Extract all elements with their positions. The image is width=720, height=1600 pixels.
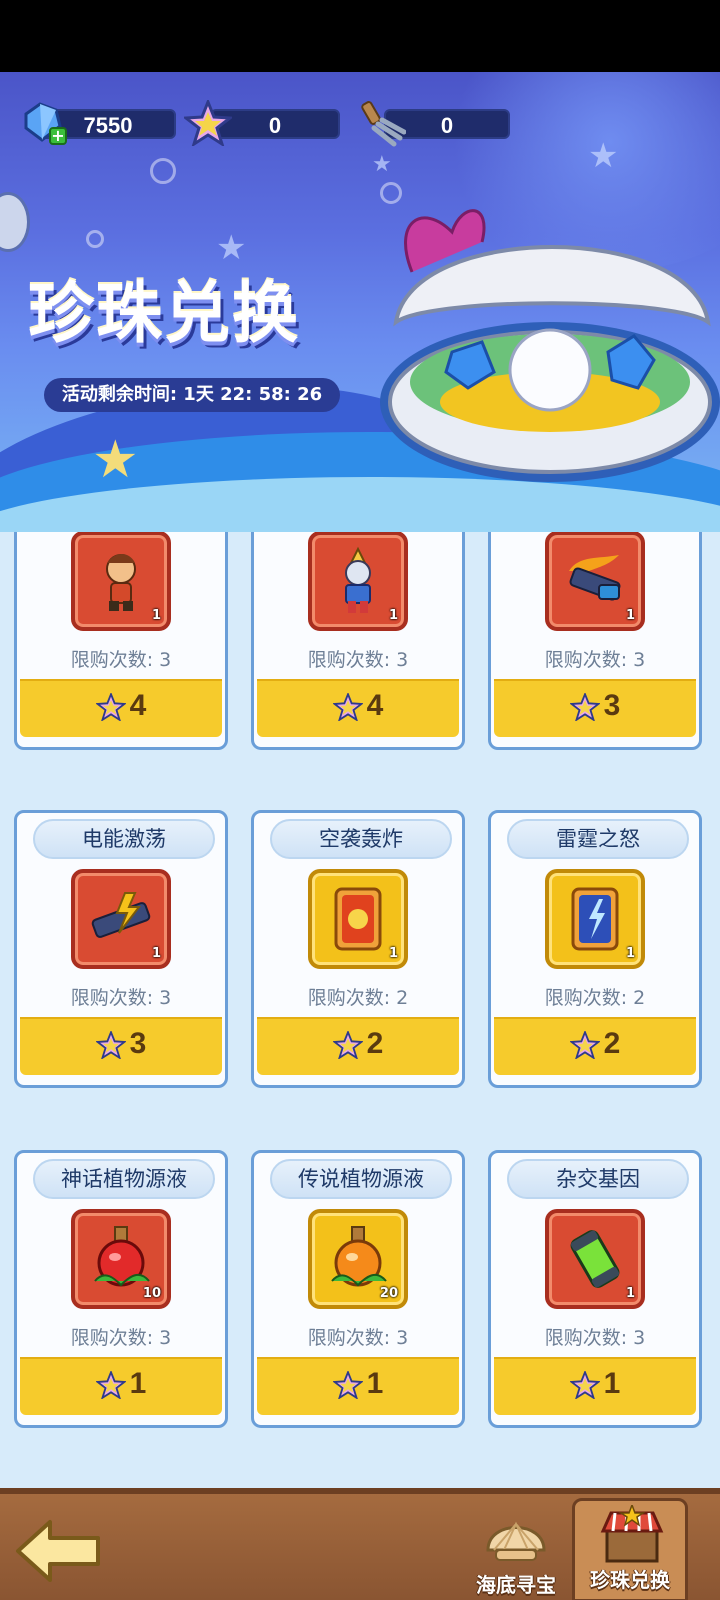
item-name: 杂交基因 — [507, 1159, 689, 1199]
status-bar — [0, 0, 720, 72]
event-title: 珍珠兑换 — [28, 275, 300, 352]
price-button[interactable]: 3 — [20, 1017, 222, 1075]
price-button[interactable]: 1 — [494, 1357, 696, 1415]
flame-cannon-icon — [569, 555, 621, 601]
shop-card[interactable]: 雷霆之怒 1 限购次数: 2 2 — [488, 810, 702, 1088]
shop-card[interactable]: 杂交基因 1 限购次数: 3 1 — [488, 1150, 702, 1428]
electric-cannon-icon — [91, 892, 151, 938]
purchase-limit: 限购次数: 3 — [307, 1327, 409, 1349]
item-name: 空袭轰炸 — [270, 819, 452, 859]
currency-row: 7550 + 0 0 — [20, 100, 520, 148]
item-mythic-plant-essence: 10 — [71, 1209, 171, 1309]
price-button[interactable]: 3 — [494, 679, 696, 737]
shop-card[interactable]: 传说植物源液 20 限购次数: 3 1 — [251, 1150, 465, 1428]
bottom-nav: 海底寻宝 珍珠兑换 — [0, 1488, 720, 1600]
price-button[interactable]: 2 — [494, 1017, 696, 1075]
purchase-limit: 限购次数: 3 — [70, 1327, 172, 1349]
hero-monkey-king-icon — [106, 554, 136, 611]
star-token-icon — [332, 693, 363, 722]
purchase-limit: 限购次数: 2 — [544, 987, 646, 1009]
item-flame-cannon: 1 — [545, 532, 645, 631]
item-hybrid-gene: 1 — [545, 1209, 645, 1309]
air-strike-card-icon — [334, 887, 382, 951]
star-token-icon — [332, 1031, 363, 1060]
star-token-icon — [95, 1371, 126, 1400]
gene-capsule-icon — [570, 1230, 620, 1288]
star-token-icon — [95, 693, 126, 722]
star-token-icon — [184, 100, 232, 146]
purchase-limit: 限购次数: 3 — [70, 649, 172, 671]
price-button[interactable]: 4 — [257, 679, 459, 737]
item-name: 电能激荡 — [33, 819, 215, 859]
purchase-limit: 限购次数: 3 — [307, 649, 409, 671]
item-name: 雷霆之怒 — [507, 819, 689, 859]
shop-card[interactable]: 1 限购次数: 3 4 — [14, 532, 228, 750]
back-arrow-icon[interactable] — [14, 1516, 104, 1586]
price-button[interactable]: 1 — [257, 1357, 459, 1415]
item-electric-surge: 1 — [71, 869, 171, 969]
svg-text:+: + — [51, 126, 64, 145]
hero-armored-warrior-icon — [345, 546, 371, 613]
star-token-icon — [569, 1031, 600, 1060]
purchase-limit: 限购次数: 2 — [307, 987, 409, 1009]
shell-icon — [486, 1521, 546, 1561]
item-thunder-wrath: 1 — [545, 869, 645, 969]
star-token-icon — [569, 693, 600, 722]
item-hero-monkey-king: 1 — [71, 532, 171, 631]
shop-stall-icon — [600, 1505, 664, 1563]
price-button[interactable]: 1 — [20, 1357, 222, 1415]
item-name: 神话植物源液 — [33, 1159, 215, 1199]
price-button[interactable]: 2 — [257, 1017, 459, 1075]
star-token-icon — [95, 1031, 126, 1060]
shop-card[interactable]: 神话植物源液 10 限购次数: 3 1 — [14, 1150, 228, 1428]
side-chat-tab[interactable] — [0, 192, 30, 252]
shop-card[interactable]: 1 限购次数: 3 4 — [251, 532, 465, 750]
pearl-clam-illustration — [380, 209, 720, 482]
item-air-strike: 1 — [308, 869, 408, 969]
shop-grid: 1 限购次数: 3 4 1 限购次数: 3 4 1 限购次数: 3 3 电能激荡… — [0, 532, 720, 1488]
potion-bottle-icon — [331, 1226, 387, 1287]
item-legendary-plant-essence: 20 — [308, 1209, 408, 1309]
shop-card[interactable]: 1 限购次数: 3 3 — [488, 532, 702, 750]
event-banner: ★ ★ ★ ★ 7550 + 0 0 珍珠兑换 活动剩余时间: 1天 22: 5… — [0, 72, 720, 532]
event-timer: 活动剩余时间: 1天 22: 58: 26 — [44, 378, 340, 412]
thunder-card-icon — [571, 887, 619, 951]
item-name: 传说植物源液 — [270, 1159, 452, 1199]
gem-add-icon[interactable]: + — [20, 100, 70, 146]
potion-bottle-icon — [94, 1226, 150, 1287]
shop-card[interactable]: 空袭轰炸 1 限购次数: 2 2 — [251, 810, 465, 1088]
shop-card[interactable]: 电能激荡 1 限购次数: 3 3 — [14, 810, 228, 1088]
price-button[interactable]: 4 — [20, 679, 222, 737]
purchase-limit: 限购次数: 3 — [70, 987, 172, 1009]
item-hero-armored-warrior: 1 — [308, 532, 408, 631]
rake-icon — [361, 101, 406, 147]
star-token-icon — [332, 1371, 363, 1400]
tab-treasure-hunt[interactable]: 海底寻宝 — [458, 1504, 574, 1600]
purchase-limit: 限购次数: 3 — [544, 1327, 646, 1349]
tab-pearl-exchange[interactable]: 珍珠兑换 — [572, 1498, 688, 1600]
purchase-limit: 限购次数: 3 — [544, 649, 646, 671]
star-token-icon — [569, 1371, 600, 1400]
